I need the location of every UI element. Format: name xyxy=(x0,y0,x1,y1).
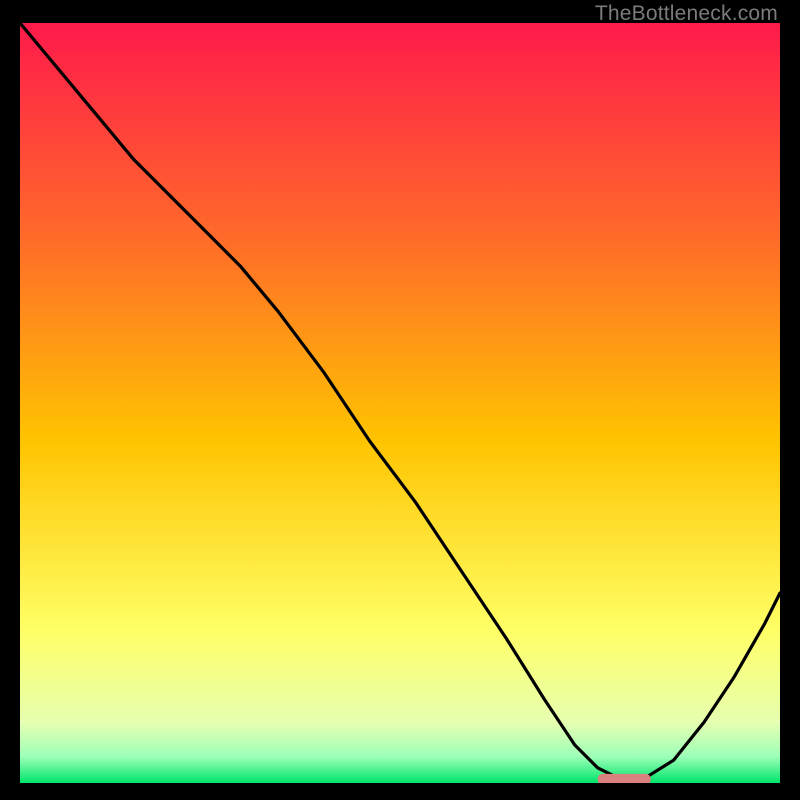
bottleneck-chart xyxy=(20,23,780,783)
chart-frame xyxy=(20,23,780,783)
heat-background xyxy=(20,23,780,783)
optimal-range-marker xyxy=(598,774,651,783)
